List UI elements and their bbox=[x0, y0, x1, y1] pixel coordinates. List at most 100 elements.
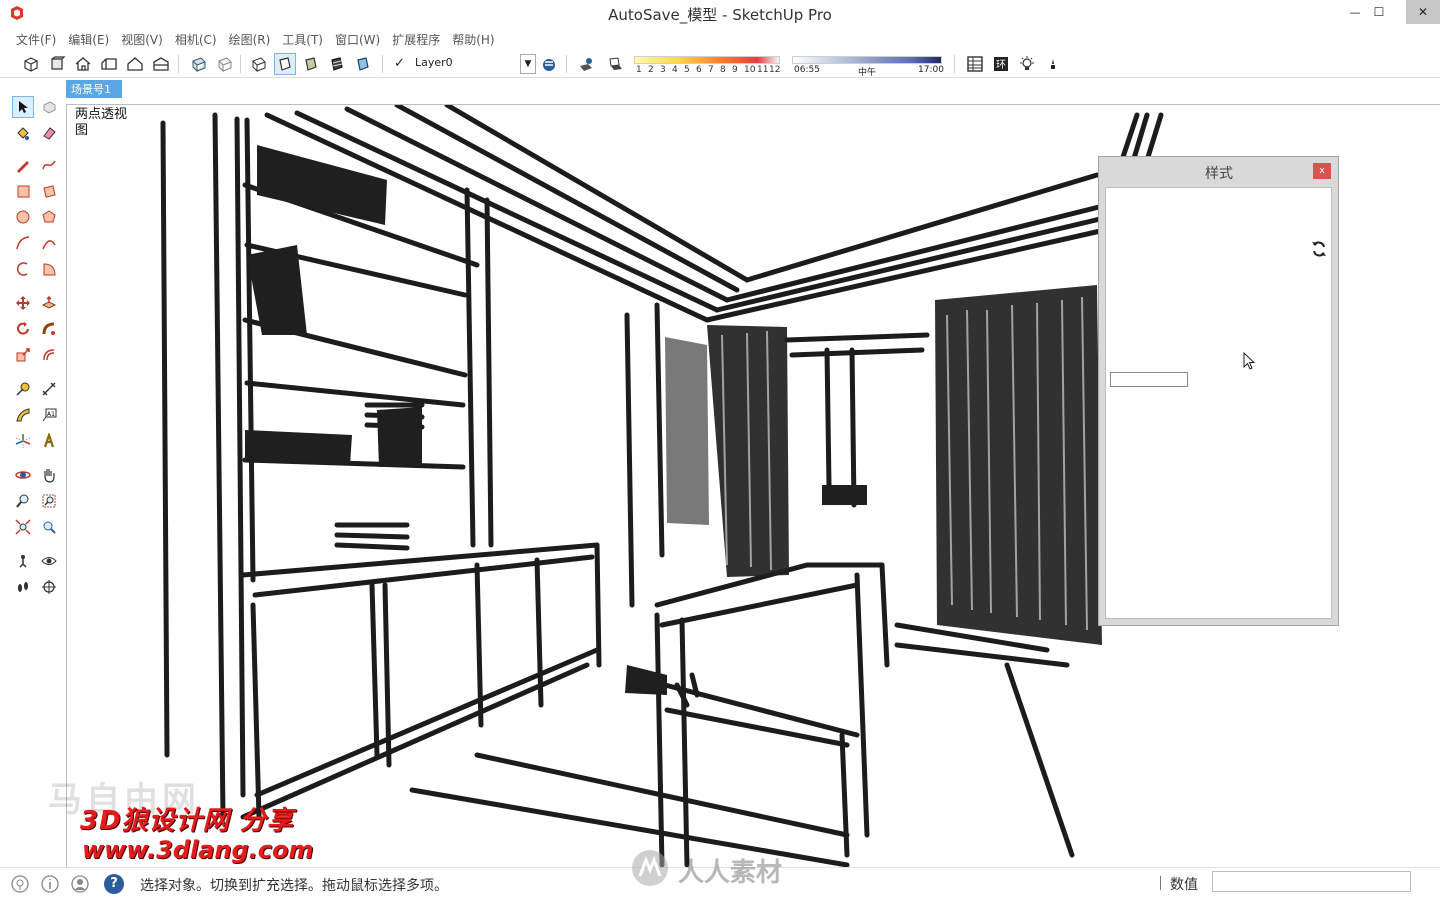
rotate-tool-button[interactable] bbox=[12, 318, 34, 340]
top-view-button[interactable] bbox=[46, 53, 68, 75]
tape-measure-icon bbox=[16, 382, 30, 396]
shaded-textures-button[interactable] bbox=[326, 53, 348, 75]
measurement-input[interactable] bbox=[1212, 871, 1411, 892]
toolbar-separator bbox=[240, 55, 241, 73]
look-around-button[interactable] bbox=[38, 550, 60, 572]
dimension-tool-button[interactable] bbox=[38, 378, 60, 400]
right-view-button[interactable] bbox=[98, 53, 120, 75]
menu-camera[interactable]: 相机(C) bbox=[169, 28, 223, 50]
environment-button[interactable]: 环 bbox=[990, 53, 1012, 75]
month-tick-label: 11 bbox=[757, 65, 769, 75]
light-button[interactable] bbox=[1016, 53, 1038, 75]
user-account-icon[interactable] bbox=[70, 874, 90, 894]
two-point-arc-button[interactable] bbox=[38, 232, 60, 254]
circle-tool-button[interactable] bbox=[12, 206, 34, 228]
follow-me-button[interactable] bbox=[38, 318, 60, 340]
geo-location-icon[interactable] bbox=[10, 874, 30, 894]
close-button[interactable]: ✕ bbox=[1406, 0, 1440, 24]
three-point-arc-button[interactable] bbox=[12, 258, 34, 280]
rotated-rectangle-button[interactable] bbox=[38, 180, 60, 202]
refresh-icon[interactable] bbox=[1310, 240, 1328, 261]
section-plane-button[interactable] bbox=[38, 576, 60, 598]
previous-view-button[interactable] bbox=[38, 516, 60, 538]
credits-info-icon[interactable] bbox=[40, 874, 60, 894]
rectangle-tool-button[interactable] bbox=[12, 180, 34, 202]
rotated-rectangle-icon bbox=[43, 185, 56, 198]
shadow-settings-icon bbox=[580, 58, 592, 71]
zoom-extents-button[interactable] bbox=[12, 516, 34, 538]
text-tool-button[interactable]: A1 bbox=[38, 404, 60, 426]
back-edges-button[interactable] bbox=[214, 53, 236, 75]
orbit-icon bbox=[15, 471, 31, 479]
select-tool-button[interactable] bbox=[12, 96, 34, 118]
menu-file[interactable]: 文件(F) bbox=[10, 28, 62, 50]
window-title: AutoSave_模型 - SketchUp Pro bbox=[608, 6, 832, 24]
eraser-button[interactable] bbox=[38, 122, 60, 144]
scene-tab[interactable]: 场景号1 bbox=[66, 80, 122, 98]
front-view-button[interactable] bbox=[72, 53, 94, 75]
maximize-button[interactable]: ☐ bbox=[1362, 0, 1396, 24]
zoom-window-button[interactable] bbox=[38, 490, 60, 512]
month-gradient-track bbox=[634, 56, 780, 64]
offset-tool-button[interactable] bbox=[38, 344, 60, 366]
zoom-tool-button[interactable] bbox=[12, 490, 34, 512]
mouse-cursor-icon bbox=[1243, 352, 1256, 370]
position-camera-button[interactable] bbox=[12, 550, 34, 572]
display-shadows-button[interactable] bbox=[604, 53, 626, 75]
back-view-button[interactable] bbox=[124, 53, 146, 75]
text-label-icon: A1 bbox=[42, 408, 57, 422]
menu-draw[interactable]: 绘图(R) bbox=[223, 28, 277, 50]
menu-help[interactable]: 帮助(H) bbox=[446, 28, 500, 50]
menu-tools[interactable]: 工具(T) bbox=[276, 28, 329, 50]
outliner-button[interactable] bbox=[964, 53, 986, 75]
protractor-button[interactable] bbox=[12, 404, 34, 426]
paint-bucket-button[interactable] bbox=[12, 122, 34, 144]
position-camera-icon bbox=[19, 555, 27, 568]
line-tool-button[interactable] bbox=[12, 154, 34, 176]
menu-view[interactable]: 视图(V) bbox=[115, 28, 169, 50]
arc-tool-button[interactable] bbox=[12, 232, 34, 254]
monochrome-button[interactable] bbox=[352, 53, 374, 75]
menu-window[interactable]: 窗口(W) bbox=[329, 28, 386, 50]
layer-select[interactable]: Layer0 bbox=[412, 54, 536, 74]
xray-button[interactable] bbox=[188, 53, 210, 75]
axes-icon bbox=[15, 434, 31, 448]
orbit-tool-button[interactable] bbox=[12, 464, 34, 486]
shaded-button[interactable] bbox=[300, 53, 322, 75]
pie-tool-button[interactable] bbox=[38, 258, 60, 280]
month-tick-label: 5 bbox=[684, 65, 690, 75]
shadow-month-slider[interactable]: 1 2 3 4 5 6 7 8 9 10 11 12 bbox=[634, 54, 782, 76]
follow-me-icon bbox=[42, 322, 55, 335]
menu-extensions[interactable]: 扩展程序 bbox=[386, 28, 446, 50]
wireframe-button[interactable] bbox=[248, 53, 270, 75]
paint-bucket-icon bbox=[17, 127, 29, 140]
style-name-input[interactable] bbox=[1110, 372, 1188, 387]
layer-manager-button[interactable] bbox=[538, 53, 560, 75]
help-icon[interactable]: ? bbox=[104, 874, 124, 894]
shadow-time-slider[interactable]: 06:55 中午 17:00 bbox=[792, 54, 944, 78]
shadow-settings-button[interactable] bbox=[576, 53, 598, 75]
styles-close-button[interactable]: x bbox=[1313, 163, 1331, 179]
freehand-tool-button[interactable] bbox=[38, 154, 60, 176]
make-component-button[interactable] bbox=[38, 96, 60, 118]
hand-icon bbox=[44, 469, 55, 483]
hidden-line-button[interactable] bbox=[274, 53, 296, 75]
walk-tool-button[interactable] bbox=[12, 576, 34, 598]
menu-edit[interactable]: 编辑(E) bbox=[62, 28, 115, 50]
toolbar-separator bbox=[566, 55, 567, 73]
month-tick-label: 10 bbox=[744, 65, 756, 75]
scale-tool-button[interactable] bbox=[12, 344, 34, 366]
render-button[interactable] bbox=[1042, 53, 1064, 75]
move-tool-button[interactable] bbox=[12, 292, 34, 314]
iso-view-button[interactable] bbox=[20, 53, 42, 75]
toolbar-separator bbox=[178, 55, 179, 73]
3d-text-button[interactable] bbox=[38, 430, 60, 452]
previous-view-icon bbox=[43, 521, 56, 534]
polygon-tool-button[interactable] bbox=[38, 206, 60, 228]
tape-measure-button[interactable] bbox=[12, 378, 34, 400]
axes-tool-button[interactable] bbox=[12, 430, 34, 452]
chevron-down-icon[interactable]: ▼ bbox=[520, 54, 536, 74]
left-view-button[interactable] bbox=[150, 53, 172, 75]
pan-tool-button[interactable] bbox=[38, 464, 60, 486]
push-pull-button[interactable] bbox=[38, 292, 60, 314]
